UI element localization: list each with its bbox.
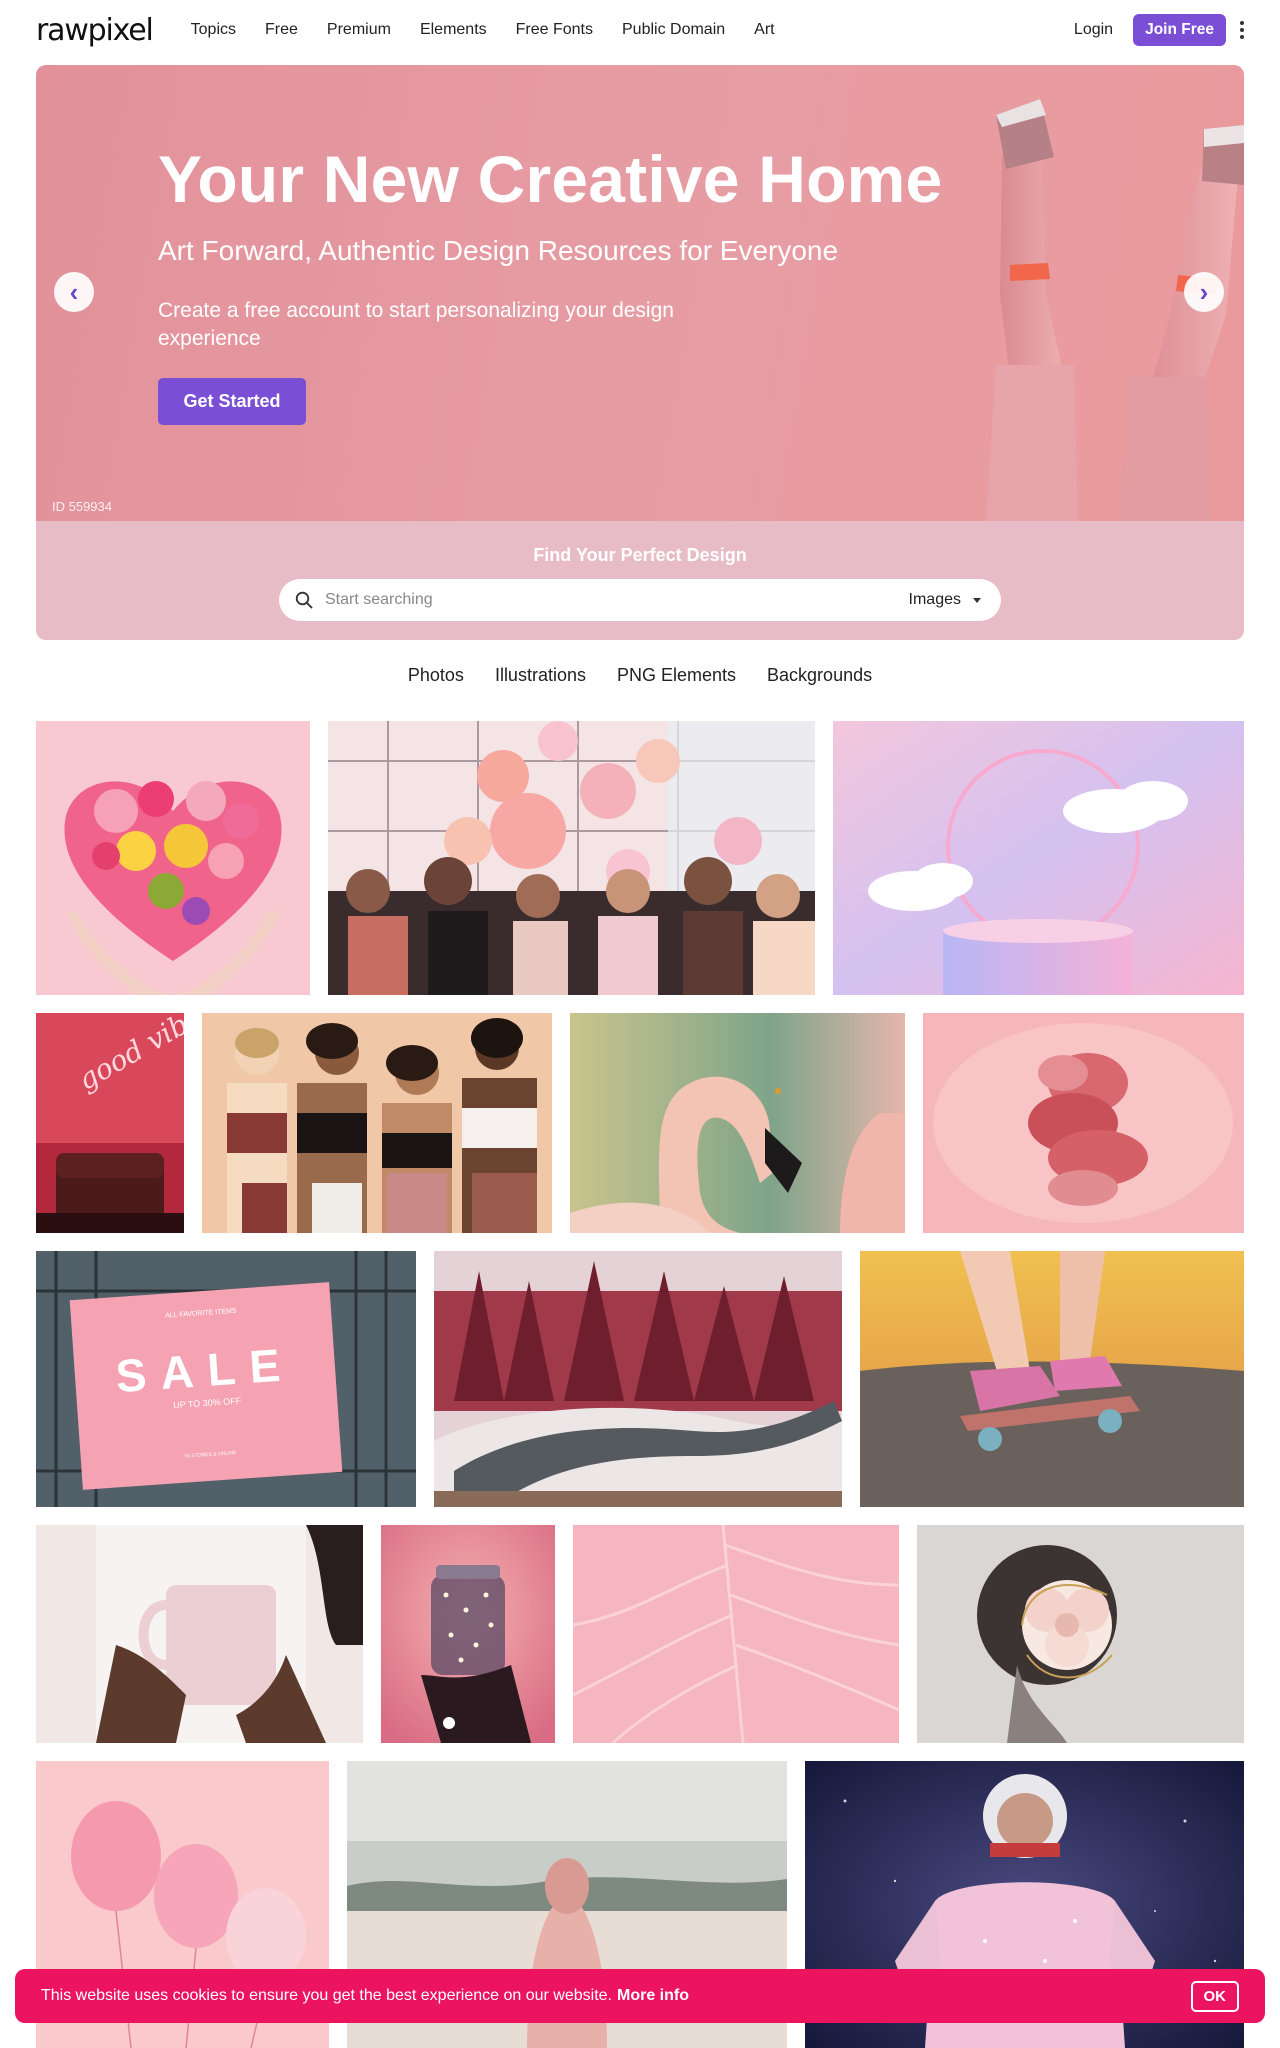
- gallery-tile-women-laughing[interactable]: [202, 1013, 552, 1233]
- get-started-button[interactable]: Get Started: [158, 378, 306, 425]
- pink-mug-image: [36, 1525, 363, 1743]
- site-header: rawpixel Topics Free Premium Elements Fr…: [0, 0, 1280, 60]
- main-nav: Topics Free Premium Elements Free Fonts …: [191, 21, 775, 39]
- party-balloons-image: [328, 721, 815, 995]
- category-tabs: Photos Illustrations PNG Elements Backgr…: [0, 665, 1280, 686]
- good-vibes-neon-image: good vibes: [36, 1013, 184, 1233]
- tab-png-elements[interactable]: PNG Elements: [617, 665, 736, 686]
- next-glyph: ›: [1199, 277, 1209, 307]
- chevron-left-icon[interactable]: ‹: [54, 272, 94, 312]
- gallery-tile-fairy-lights[interactable]: [381, 1525, 555, 1743]
- pink-leaf-texture-image: [573, 1525, 899, 1743]
- search-type-select[interactable]: Images: [909, 591, 985, 609]
- gallery-tile-pink-smoke[interactable]: [923, 1013, 1244, 1233]
- fairy-lights-jar-image: [381, 1525, 555, 1743]
- nav-free[interactable]: Free: [265, 21, 298, 39]
- login-link[interactable]: Login: [1074, 21, 1113, 39]
- search-type-label: Images: [908, 591, 961, 608]
- flower-portrait-image: [917, 1525, 1244, 1743]
- gallery-tile-forest-road[interactable]: [434, 1251, 842, 1507]
- hero-subtitle: Art Forward, Authentic Design Resources …: [158, 235, 839, 266]
- chevron-right-icon[interactable]: ›: [1184, 272, 1224, 312]
- gallery-tile-sale-billboard[interactable]: ALL FAVORITE ITEMS SALE UP TO 30% OFF IN…: [36, 1251, 416, 1507]
- tab-backgrounds[interactable]: Backgrounds: [767, 665, 872, 686]
- hero-image-id: ID 559934: [52, 499, 112, 514]
- women-laughing-image: [202, 1013, 552, 1233]
- forest-road-image: [434, 1251, 842, 1507]
- search-icon: [295, 591, 313, 609]
- nav-art[interactable]: Art: [754, 21, 774, 39]
- rawpixel-logo[interactable]: rawpixel: [36, 13, 154, 48]
- hero-slide: Your New Creative Home Art Forward, Auth…: [36, 65, 1244, 521]
- search-input[interactable]: [325, 591, 909, 609]
- tab-photos[interactable]: Photos: [408, 665, 464, 686]
- sale-billboard-image: ALL FAVORITE ITEMS SALE UP TO 30% OFF IN…: [36, 1251, 416, 1507]
- hero-banner: Your New Creative Home Art Forward, Auth…: [36, 65, 1244, 640]
- hero-description: Create a free account to start personali…: [158, 299, 674, 350]
- search-section: Find Your Perfect Design Images: [36, 521, 1244, 640]
- flamingo-image: [570, 1013, 905, 1233]
- pink-smoke-image: [923, 1013, 1244, 1233]
- gallery-tile-pastel-podium[interactable]: [833, 721, 1244, 995]
- nav-free-fonts[interactable]: Free Fonts: [516, 21, 593, 39]
- cookie-message: This website uses cookies to ensure you …: [41, 1987, 612, 2004]
- more-info-link[interactable]: More info: [617, 1987, 689, 2005]
- gallery-tile-skateboard[interactable]: [860, 1251, 1244, 1507]
- gallery-tile-pink-mug[interactable]: [36, 1525, 363, 1743]
- gallery-tile-flower-heart[interactable]: [36, 721, 310, 995]
- nav-elements[interactable]: Elements: [420, 21, 487, 39]
- gallery-tile-good-vibes[interactable]: good vibes: [36, 1013, 184, 1233]
- tab-illustrations[interactable]: Illustrations: [495, 665, 586, 686]
- search-title: Find Your Perfect Design: [533, 545, 747, 565]
- search-bar: Images: [279, 579, 1001, 621]
- cookie-ok-button[interactable]: OK: [1190, 1980, 1239, 2012]
- gallery-tile-flower-portrait[interactable]: [917, 1525, 1244, 1743]
- nav-premium[interactable]: Premium: [327, 21, 391, 39]
- gallery-tile-pink-leaf[interactable]: [573, 1525, 899, 1743]
- caret-down-icon: [973, 597, 981, 603]
- nav-public-domain[interactable]: Public Domain: [622, 21, 725, 39]
- join-free-button[interactable]: Join Free: [1133, 14, 1226, 46]
- header-actions: Login Join Free: [1074, 14, 1244, 46]
- prev-glyph: ‹: [69, 277, 79, 307]
- pastel-cloud-podium-image: [833, 721, 1244, 995]
- gallery-tile-flamingo[interactable]: [570, 1013, 905, 1233]
- more-menu-icon[interactable]: [1240, 21, 1244, 39]
- flower-heart-hands-image: [36, 721, 310, 995]
- nav-topics[interactable]: Topics: [191, 21, 236, 39]
- skateboard-sneakers-image: [860, 1251, 1244, 1507]
- gallery-tile-party-balloons[interactable]: [328, 721, 815, 995]
- hero-title: Your New Creative Home: [158, 142, 943, 216]
- cookie-banner: This website uses cookies to ensure you …: [15, 1969, 1265, 2023]
